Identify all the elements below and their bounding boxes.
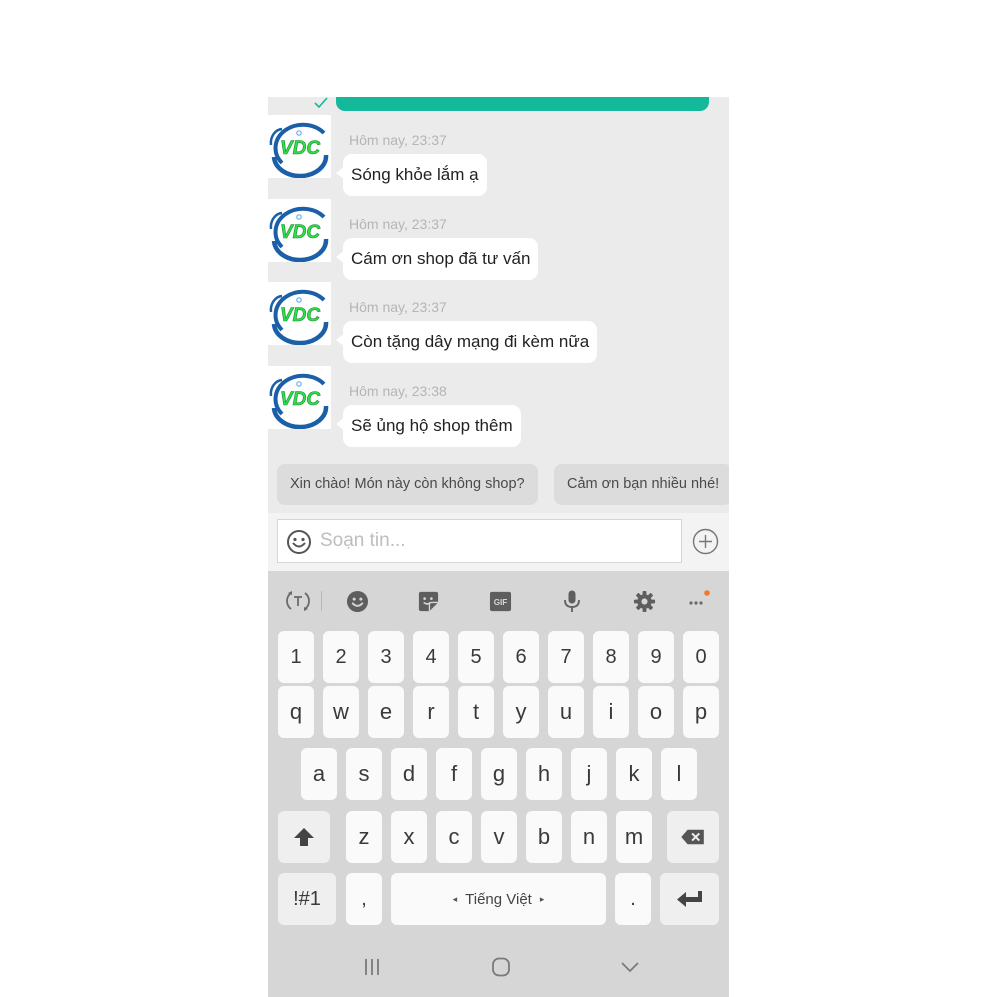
period-key[interactable]: .: [615, 873, 651, 925]
emoji-icon[interactable]: [344, 588, 370, 614]
key-g[interactable]: g: [481, 748, 517, 800]
message-timestamp: Hôm nay, 23:37: [349, 216, 447, 232]
comma-key[interactable]: ,: [346, 873, 382, 925]
key-j[interactable]: j: [571, 748, 607, 800]
key-k[interactable]: k: [616, 748, 652, 800]
message-item: VDC Hôm nay, 23:37 Cám ơn shop đã tư vấn: [268, 181, 729, 280]
keyboard-toolbar: GIF: [268, 571, 729, 629]
message-bubble[interactable]: Sẽ ủng hộ shop thêm: [343, 405, 521, 447]
quick-reply-button[interactable]: Xin chào! Món này còn không shop?: [277, 464, 538, 505]
symbols-key[interactable]: !#1: [278, 873, 336, 925]
key-u[interactable]: u: [548, 686, 584, 738]
key-i[interactable]: i: [593, 686, 629, 738]
enter-icon: [676, 891, 702, 907]
key-o[interactable]: o: [638, 686, 674, 738]
avatar-logo-text: VDC: [280, 138, 320, 159]
plus-circle-icon[interactable]: [692, 528, 719, 555]
key-0[interactable]: 0: [683, 631, 719, 683]
key-7[interactable]: 7: [548, 631, 584, 683]
microphone-icon[interactable]: [559, 588, 585, 614]
sticker-icon[interactable]: [415, 588, 441, 614]
space-key[interactable]: ◂ Tiếng Việt ▸: [391, 873, 606, 925]
hide-keyboard-icon[interactable]: [615, 952, 645, 982]
compose-box: [277, 519, 682, 563]
key-f[interactable]: f: [436, 748, 472, 800]
space-left-arrow-icon: ◂: [452, 893, 458, 904]
key-r[interactable]: r: [413, 686, 449, 738]
key-4[interactable]: 4: [413, 631, 449, 683]
key-z[interactable]: z: [346, 811, 382, 863]
key-t[interactable]: t: [458, 686, 494, 738]
key-q[interactable]: q: [278, 686, 314, 738]
gif-label: GIF: [493, 597, 507, 606]
key-9[interactable]: 9: [638, 631, 674, 683]
key-a[interactable]: a: [301, 748, 337, 800]
quick-replies: Xin chào! Món này còn không shop? Cảm ơn…: [268, 464, 729, 505]
home-icon[interactable]: [486, 952, 516, 982]
key-m[interactable]: m: [616, 811, 652, 863]
avatar[interactable]: VDC: [268, 366, 331, 429]
message-timestamp: Hôm nay, 23:38: [349, 383, 447, 399]
message-timestamp: Hôm nay, 23:37: [349, 299, 447, 315]
shift-key[interactable]: [278, 811, 330, 863]
key-d[interactable]: d: [391, 748, 427, 800]
key-x[interactable]: x: [391, 811, 427, 863]
enter-key[interactable]: [660, 873, 719, 925]
key-c[interactable]: c: [436, 811, 472, 863]
message-composer: [268, 513, 729, 571]
key-n[interactable]: n: [571, 811, 607, 863]
backspace-key[interactable]: [667, 811, 719, 863]
toolbar-divider: [321, 591, 322, 611]
space-right-arrow-icon: ▸: [539, 893, 545, 904]
recent-apps-icon[interactable]: [357, 952, 387, 982]
key-l[interactable]: l: [661, 748, 697, 800]
key-3[interactable]: 3: [368, 631, 404, 683]
space-label: Tiếng Việt: [465, 890, 532, 908]
avatar-logo-text: VDC: [280, 222, 320, 243]
backspace-icon: [681, 829, 704, 845]
notification-dot: [704, 590, 710, 596]
key-v[interactable]: v: [481, 811, 517, 863]
key-6[interactable]: 6: [503, 631, 539, 683]
phone-screen: VDC Hôm nay, 23:37 Sóng khỏe lắm ạ VDC Hô…: [268, 97, 729, 997]
key-h[interactable]: h: [526, 748, 562, 800]
key-1[interactable]: 1: [278, 631, 314, 683]
message-item: VDC Hôm nay, 23:37 Còn tặng dây mạng đi k…: [268, 264, 729, 363]
avatar-logo-text: VDC: [280, 389, 320, 410]
soft-keyboard: GIF 1 2 3 4 5 6 7 8 9 0 q w e r t y u i …: [268, 571, 729, 997]
key-e[interactable]: e: [368, 686, 404, 738]
settings-icon[interactable]: [631, 588, 657, 614]
message-timestamp: Hôm nay, 23:37: [349, 132, 447, 148]
system-nav-bar: [268, 935, 729, 997]
key-p[interactable]: p: [683, 686, 719, 738]
avatar[interactable]: VDC: [268, 115, 331, 178]
smiley-icon[interactable]: [286, 529, 312, 555]
message-input[interactable]: [320, 520, 675, 562]
key-s[interactable]: s: [346, 748, 382, 800]
text-translate-icon[interactable]: [285, 588, 311, 614]
key-2[interactable]: 2: [323, 631, 359, 683]
avatar[interactable]: VDC: [268, 282, 331, 345]
more-icon[interactable]: [685, 588, 711, 614]
key-5[interactable]: 5: [458, 631, 494, 683]
avatar[interactable]: VDC: [268, 199, 331, 262]
key-8[interactable]: 8: [593, 631, 629, 683]
message-item: VDC Hôm nay, 23:38 Sẽ ủng hộ shop thêm: [268, 348, 729, 447]
key-w[interactable]: w: [323, 686, 359, 738]
quick-reply-button[interactable]: Cảm ơn bạn nhiều nhé!: [554, 464, 729, 505]
avatar-logo-text: VDC: [280, 305, 320, 326]
message-item: VDC Hôm nay, 23:37 Sóng khỏe lắm ạ: [268, 97, 729, 196]
shift-icon: [294, 828, 314, 846]
key-b[interactable]: b: [526, 811, 562, 863]
key-y[interactable]: y: [503, 686, 539, 738]
gif-icon[interactable]: GIF: [487, 588, 513, 614]
